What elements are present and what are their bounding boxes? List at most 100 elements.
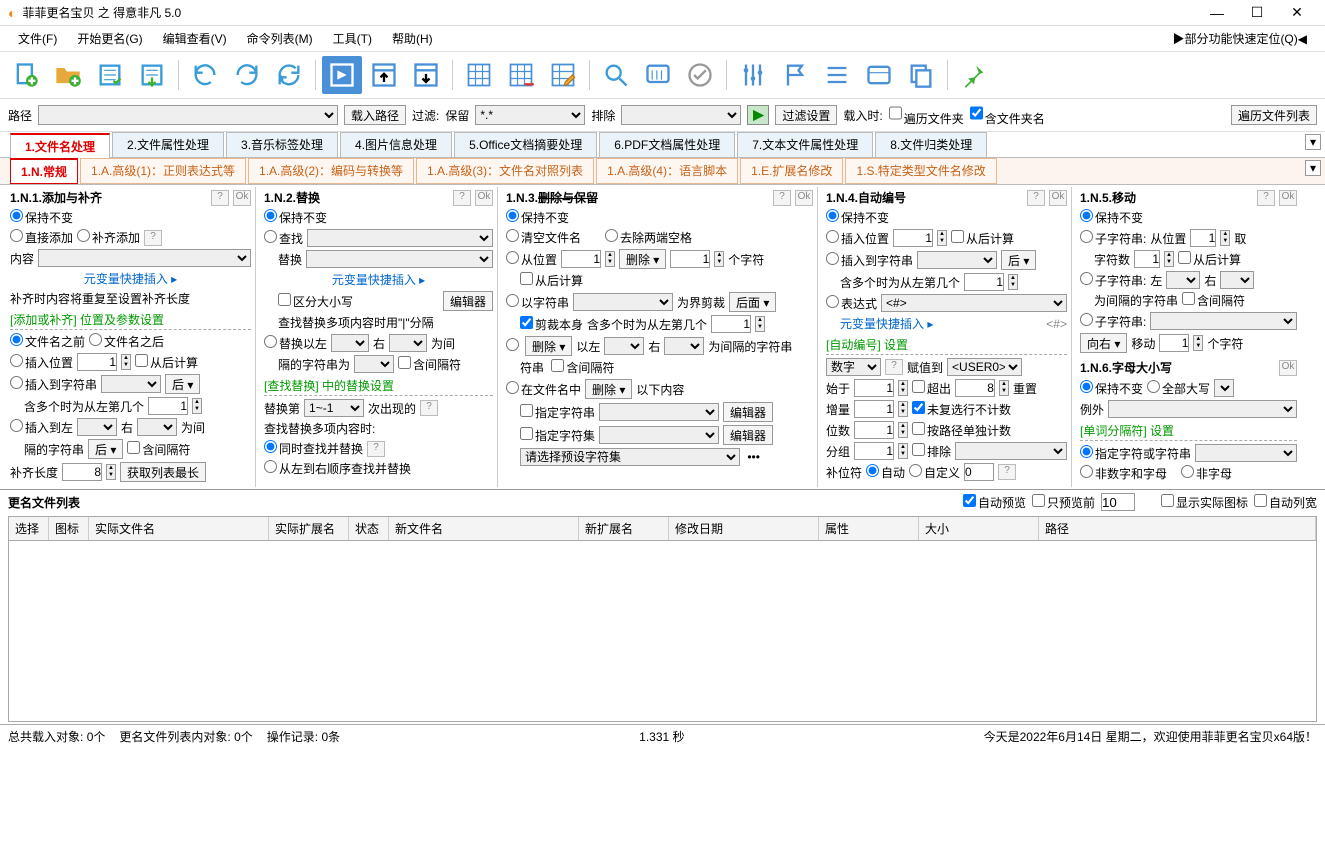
tb-undo[interactable] xyxy=(185,56,225,94)
p4-inspos-val[interactable] xyxy=(893,229,933,247)
p4-expr-val[interactable]: <#> xyxy=(881,294,1067,312)
p4-digits-val[interactable] xyxy=(854,421,894,439)
p1-before[interactable]: 文件名之前 xyxy=(10,333,85,350)
p2-containsep[interactable]: 含间隔符 xyxy=(398,356,461,373)
sub-tabs-dd[interactable]: ▾ xyxy=(1305,160,1321,176)
p1-left-val[interactable] xyxy=(77,418,117,436)
p3-containsep[interactable]: 含间隔符 xyxy=(551,359,614,376)
exclude-select[interactable] xyxy=(621,105,741,125)
th-select[interactable]: 选择 xyxy=(9,517,49,540)
p4-bypath[interactable]: 按路径单独计数 xyxy=(912,422,1011,439)
p5-chars-val[interactable] xyxy=(1134,250,1160,268)
tb-save-list[interactable] xyxy=(132,56,172,94)
tb-run[interactable] xyxy=(322,56,362,94)
menu-cmd[interactable]: 命令列表(M) xyxy=(237,28,323,49)
p5-containsep[interactable]: 含间隔符 xyxy=(1182,292,1245,309)
tab-office[interactable]: 5.Office文档摘要处理 xyxy=(454,132,597,157)
stab-normal[interactable]: 1.N.常规 xyxy=(10,158,78,184)
p3-editor[interactable]: 编辑器 xyxy=(723,402,773,422)
traverselist-button[interactable]: 遍历文件列表 xyxy=(1231,105,1317,125)
tb-grid-edit[interactable] xyxy=(543,56,583,94)
p3-backface[interactable]: 后面 ▾ xyxy=(729,292,776,312)
th-attr[interactable]: 属性 xyxy=(819,517,919,540)
p2-help[interactable]: ? xyxy=(453,190,471,206)
p4-inc-val[interactable] xyxy=(854,400,894,418)
tb-grid-minus[interactable] xyxy=(501,56,541,94)
tab-classify[interactable]: 8.文件归类处理 xyxy=(875,132,987,157)
p4-instostr-val[interactable] xyxy=(917,251,997,269)
autocol-check[interactable]: 自动列宽 xyxy=(1254,494,1317,511)
p3-specset[interactable]: 指定字符集 xyxy=(520,427,595,444)
p4-help2[interactable]: ? xyxy=(885,359,903,375)
p2-together[interactable]: 同时查找并替换 xyxy=(264,440,363,457)
p4-group-val[interactable] xyxy=(854,442,894,460)
p3-preset[interactable]: 请选择预设字符集 xyxy=(520,448,740,466)
showicon-check[interactable]: 显示实际图标 xyxy=(1161,494,1248,511)
p5-right-val[interactable] xyxy=(1220,271,1254,289)
p3-frompos[interactable]: 从位置 xyxy=(506,251,557,268)
spin[interactable]: ▲▼ xyxy=(121,354,131,370)
p4-ok[interactable]: Ok xyxy=(1049,190,1067,206)
p2-help3[interactable]: ? xyxy=(367,441,385,457)
p2-search[interactable]: 查找 xyxy=(264,230,303,247)
p1-back[interactable]: 后 ▾ xyxy=(165,374,200,394)
p1-insleft[interactable]: 插入到左 xyxy=(10,419,73,436)
stab-adv3[interactable]: 1.A.高级(3)：文件名对照列表 xyxy=(416,158,594,184)
p4-instostr[interactable]: 插入到字符串 xyxy=(826,252,913,269)
p5-sub1[interactable]: 子字符串: xyxy=(1080,230,1146,247)
p4-multi-val[interactable] xyxy=(964,273,1004,291)
menu-help[interactable]: 帮助(H) xyxy=(382,28,443,49)
p1-containsep[interactable]: 含间隔符 xyxy=(127,441,190,458)
p2-keep[interactable]: 保持不变 xyxy=(264,209,327,226)
tab-pdf[interactable]: 6.PDF文档属性处理 xyxy=(599,132,735,157)
p3-trim[interactable]: 去除两端空格 xyxy=(605,229,692,246)
p3-preset-more[interactable]: ••• xyxy=(744,450,760,464)
p1-keep[interactable]: 保持不变 xyxy=(10,209,73,226)
tb-regex[interactable] xyxy=(638,56,678,94)
p5-sub3-val[interactable] xyxy=(1150,312,1297,330)
p1-inspos[interactable]: 插入位置 xyxy=(10,354,73,371)
p2-metaquick[interactable]: 元变量快捷插入 ▸ xyxy=(332,271,425,288)
tb-redo[interactable] xyxy=(227,56,267,94)
autoprev-check[interactable]: 自动预览 xyxy=(963,494,1026,511)
traverse-check[interactable]: 遍历文件夹 xyxy=(889,103,964,127)
stab-ext[interactable]: 1.E.扩展名修改 xyxy=(740,158,843,184)
spin[interactable]: ▲▼ xyxy=(1164,251,1174,267)
spin[interactable]: ▲▼ xyxy=(1193,335,1203,351)
p4-over-val[interactable] xyxy=(955,379,995,397)
minimize-button[interactable]: — xyxy=(1197,5,1237,21)
p2-ok[interactable]: Ok xyxy=(475,190,493,206)
p6-except-val[interactable] xyxy=(1108,400,1297,418)
p1-direct[interactable]: 直接添加 xyxy=(10,229,73,246)
p2-replace-val[interactable] xyxy=(306,250,493,268)
close-button[interactable]: ✕ xyxy=(1277,4,1317,21)
th-icon[interactable]: 图标 xyxy=(49,517,89,540)
p1-fromback[interactable]: 从后计算 xyxy=(135,354,198,371)
tb-new-file[interactable] xyxy=(6,56,46,94)
p3-multi-val[interactable] xyxy=(711,315,751,333)
spin[interactable]: ▲▼ xyxy=(755,316,765,332)
p5-fromback[interactable]: 从后计算 xyxy=(1178,251,1241,268)
onlyprev-check[interactable]: 只预览前 xyxy=(1032,494,1095,511)
keep-select[interactable]: *.* xyxy=(475,105,585,125)
p4-exclude[interactable]: 排除 xyxy=(912,443,951,460)
p3-infilename[interactable]: 在文件名中 xyxy=(506,381,581,398)
p2-casesens[interactable]: 区分大小写 xyxy=(278,293,353,310)
p6-allupper[interactable]: 全部大写 xyxy=(1147,380,1210,397)
p5-left-val[interactable] xyxy=(1166,271,1200,289)
tb-sliders[interactable] xyxy=(733,56,773,94)
p5-sub3[interactable]: 子字符串: xyxy=(1080,313,1146,330)
p2-editor[interactable]: 编辑器 xyxy=(443,291,493,311)
spin[interactable]: ▲▼ xyxy=(898,380,908,396)
p4-expr[interactable]: 表达式 xyxy=(826,295,877,312)
spin[interactable]: ▲▼ xyxy=(605,251,615,267)
menu-start[interactable]: 开始更名(G) xyxy=(67,28,152,49)
p6-spec-val[interactable] xyxy=(1195,444,1297,462)
p2-help2[interactable]: ? xyxy=(420,400,438,416)
p3-del[interactable]: 删除 ▾ xyxy=(619,249,666,269)
stab-adv2[interactable]: 1.A.高级(2)：编码与转换等 xyxy=(248,158,414,184)
th-path[interactable]: 路径 xyxy=(1039,517,1316,540)
p6-speccharstr[interactable]: 指定字符或字符串 xyxy=(1080,445,1191,462)
main-tabs-dd[interactable]: ▾ xyxy=(1305,134,1321,150)
th-realext[interactable]: 实际扩展名 xyxy=(269,517,349,540)
